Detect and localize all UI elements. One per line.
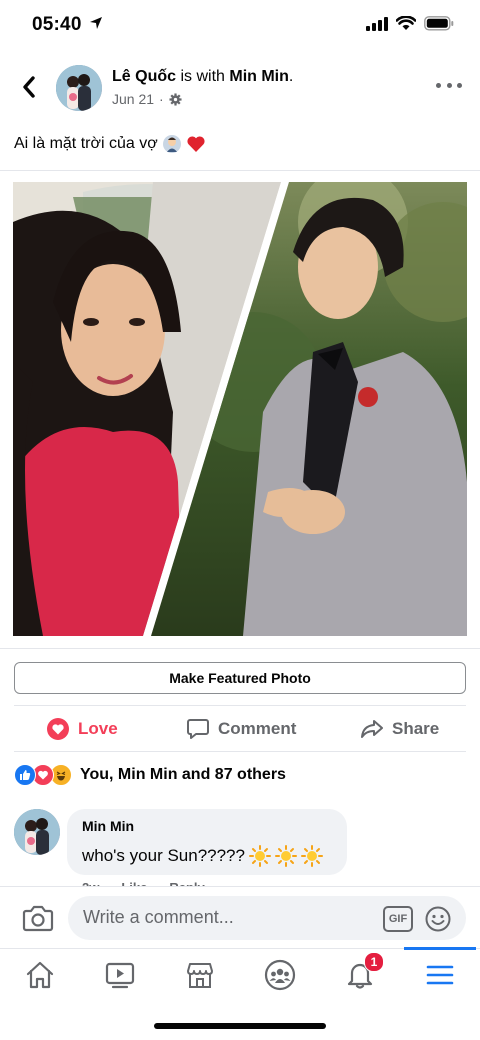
couple-avatar-image xyxy=(14,809,60,855)
love-reaction-icon xyxy=(47,718,69,740)
post-photo[interactable] xyxy=(13,182,467,636)
groups-icon xyxy=(264,959,296,991)
tab-home[interactable] xyxy=(20,958,60,992)
reaction-icons xyxy=(14,764,72,786)
camera-icon xyxy=(22,905,54,932)
location-arrow-icon xyxy=(90,17,103,29)
share-icon xyxy=(361,720,383,738)
comment-body: who's your Sun????? xyxy=(82,846,245,865)
smiley-icon xyxy=(425,906,451,932)
comment-author[interactable]: Min Min xyxy=(82,818,134,834)
status-time: 05:40 xyxy=(32,14,103,36)
comment-icon xyxy=(187,719,209,739)
tagged-suffix: . xyxy=(288,68,294,85)
menu-icon xyxy=(426,965,454,985)
dot-icon xyxy=(446,82,452,88)
caption-text: Ai là mặt trời của vợ xyxy=(14,135,158,152)
comment-button[interactable]: Comment xyxy=(186,708,296,750)
couple-collage-image xyxy=(13,182,467,636)
couple-avatar-image xyxy=(56,65,102,111)
post-actions: Love Comment Share xyxy=(0,708,480,750)
reactions-summary-text: You, Min Min and 87 others xyxy=(80,766,286,783)
gif-button[interactable]: GIF xyxy=(383,906,413,932)
tab-groups[interactable] xyxy=(260,958,300,992)
comment-input-placeholder: Write a comment... xyxy=(83,907,234,927)
love-label: Love xyxy=(78,719,118,738)
like-icon xyxy=(14,764,36,786)
gear-icon[interactable] xyxy=(169,92,182,106)
active-tab-indicator xyxy=(404,947,476,950)
author-name[interactable]: Lê Quốc xyxy=(112,68,176,85)
reactions-summary[interactable]: You, Min Min and 87 others xyxy=(14,764,286,786)
tagged-name[interactable]: Min Min xyxy=(229,68,289,85)
comment-text: who's your Sun????? xyxy=(82,845,323,867)
tab-watch[interactable] xyxy=(100,958,140,992)
share-button[interactable]: Share xyxy=(360,708,439,750)
love-button[interactable]: Love xyxy=(46,708,118,750)
status-icons xyxy=(366,16,454,31)
tab-marketplace[interactable] xyxy=(180,958,220,992)
wifi-icon xyxy=(396,16,416,30)
sun-icon xyxy=(300,845,323,867)
watch-icon xyxy=(105,962,135,989)
with-text: is with xyxy=(176,68,230,85)
make-featured-photo-button[interactable]: Make Featured Photo xyxy=(14,662,466,694)
commenter-avatar[interactable] xyxy=(14,809,60,855)
more-options-button[interactable] xyxy=(436,78,462,92)
dot-icon xyxy=(457,82,462,88)
dot-icon xyxy=(436,82,441,88)
divider xyxy=(14,751,466,752)
emoji-button[interactable] xyxy=(425,906,451,932)
camera-button[interactable] xyxy=(22,903,54,933)
notifications-badge: 1 xyxy=(364,952,384,972)
chevron-left-icon xyxy=(23,76,35,98)
sun-icon xyxy=(274,845,297,867)
share-label: Share xyxy=(392,719,440,738)
back-button[interactable] xyxy=(14,72,44,102)
home-indicator xyxy=(154,1023,326,1029)
divider xyxy=(14,705,466,706)
home-icon xyxy=(26,961,54,989)
tab-menu[interactable] xyxy=(420,958,460,992)
comment-label: Comment xyxy=(218,719,297,738)
post-meta: Jun 21 · xyxy=(112,91,182,107)
marketplace-icon xyxy=(187,963,213,988)
cellular-signal-icon xyxy=(366,16,388,31)
post-caption: Ai là mặt trời của vợ xyxy=(14,134,206,154)
battery-icon xyxy=(424,16,454,31)
post-author-line: Lê Quốc is with Min Min. xyxy=(112,68,293,86)
author-avatar[interactable] xyxy=(56,65,102,111)
sun-icon xyxy=(248,845,271,867)
tab-notifications[interactable]: 1 xyxy=(340,952,384,992)
divider xyxy=(0,648,480,649)
red-heart-icon xyxy=(187,136,205,152)
meta-separator: · xyxy=(159,91,164,107)
divider xyxy=(0,170,480,171)
status-bar: 05:40 xyxy=(0,0,480,50)
post-date[interactable]: Jun 21 xyxy=(112,91,154,107)
person-emoji-icon xyxy=(162,135,181,153)
